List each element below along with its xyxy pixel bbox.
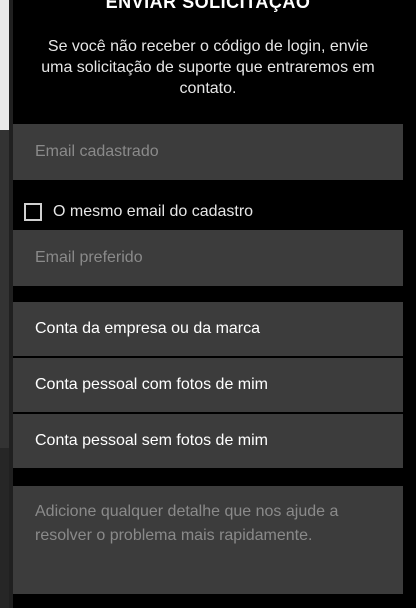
same-email-label: O mesmo email do cadastro	[53, 203, 254, 220]
registered-email-input[interactable]: Email cadastrado	[13, 124, 403, 180]
background-app-edge-light	[0, 0, 9, 130]
account-option-business[interactable]: Conta da empresa ou da marca	[13, 302, 403, 356]
same-email-checkbox[interactable]	[24, 203, 42, 221]
same-email-checkbox-row[interactable]: O mesmo email do cadastro	[24, 200, 253, 224]
account-option-personal-without-photos[interactable]: Conta pessoal sem fotos de mim	[13, 414, 403, 468]
account-option-personal-with-photos[interactable]: Conta pessoal com fotos de mim	[13, 358, 403, 412]
background-app-edge	[0, 0, 13, 608]
preferred-email-input[interactable]: Email preferido	[13, 230, 403, 286]
background-app-edge-right	[403, 0, 416, 608]
background-app-edge-dark	[0, 448, 9, 608]
background-app-edge-mid	[0, 130, 9, 448]
details-textarea[interactable]: Adicione qualquer detalhe que nos ajude …	[13, 486, 403, 594]
page-title: ENVIAR SOLICITAÇÃO	[105, 0, 311, 12]
page-description: Se você não receber o código de login, e…	[41, 38, 375, 97]
support-request-panel: ENVIAR SOLICITAÇÃO Se você não receber o…	[13, 0, 403, 608]
